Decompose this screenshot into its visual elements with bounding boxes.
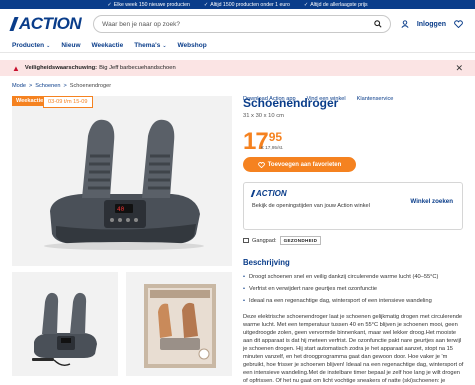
product-title: Schoenendroger (243, 96, 339, 110)
product-info: Schoenendroger 31 x 30 x 10 cm 17 95 € 1… (243, 96, 465, 385)
login-link[interactable]: Inloggen (417, 21, 446, 28)
logo-slash (250, 190, 256, 197)
usp-strip: ✓ Elke week 150 nieuwe producten ✓ Altijd … (0, 0, 475, 9)
aisle-label: Gangpad: (252, 237, 277, 244)
store-logo-text: ACTION (256, 189, 287, 198)
bullet-icon: • (243, 286, 245, 292)
feature-text: Droogt schoenen snel en veilig dankzij c… (249, 274, 439, 280)
user-icon[interactable] (401, 20, 409, 28)
date-badge: 03-09 t/m 15-09 (43, 96, 93, 108)
close-icon[interactable]: ✕ (455, 63, 463, 74)
nav-item-webshop[interactable]: Webshop (178, 42, 207, 49)
find-store-button[interactable]: Winkel zoeken (410, 198, 453, 205)
breadcrumb-schoenen[interactable]: Schoenen (35, 83, 60, 89)
heart-icon[interactable] (454, 20, 463, 28)
shoe-dryer-image: 40 (44, 119, 204, 250)
safety-warning-banner: ▲ Veiligheidswaarschuwing: Big Jeff barb… (0, 60, 475, 76)
nav-label: Producten (12, 42, 45, 49)
nav-label: Thema's (134, 42, 161, 49)
breadcrumb-mode[interactable]: Mode (12, 83, 26, 89)
packaging-thumbnail (144, 284, 216, 368)
feature-text: Ideaal na een regenachtige dag, wintersp… (249, 298, 432, 304)
chevron-down-icon: ⌄ (46, 42, 51, 49)
breadcrumb-current: Schoenendroger (69, 83, 112, 89)
breadcrumb-separator: > (29, 83, 33, 89)
description-body: Deze elektrische schoenendroger laat je … (243, 314, 464, 384)
nav-item-producten[interactable]: Producten ⌄ (12, 42, 50, 49)
thumbnail-row (12, 272, 232, 376)
action-logo[interactable]: ACTION (9, 14, 82, 34)
nav-item-weekactie[interactable]: Weekactie (92, 42, 124, 49)
search-icon[interactable] (374, 20, 382, 28)
usp-item: ✓ Altijd de allerlaagste prijs (304, 2, 368, 8)
main-nav: Producten ⌄ Nieuw Weekactie Thema's ⌄ Webs… (0, 39, 475, 102)
product-dimensions: 31 x 30 x 10 cm (243, 113, 284, 119)
warning-link[interactable]: Big Jeff barbecuehandschoen (99, 65, 176, 71)
aisle-badge: GEZONDHEID (279, 236, 322, 245)
price-cents: 95 (268, 130, 283, 144)
aisle-icon (243, 238, 249, 243)
search-input[interactable]: Waar ben je naar op zoek? (93, 15, 391, 33)
list-item: • Ideaal na een regenachtige dag, winters… (243, 295, 465, 307)
description-heading: Beschrijving (243, 258, 290, 267)
logo-slash (9, 17, 19, 31)
chevron-down-icon: ⌄ (162, 42, 167, 49)
warning-title: Veiligheidswaarschuwing: (24, 65, 98, 71)
main-product-image[interactable]: Weekactie 03-09 t/m 15-09 40 (12, 96, 232, 266)
usp-text: Altijd 1500 producten onder 1 euro (210, 1, 290, 8)
feature-text: Verfrist en verwijdert nare geurtjes met… (249, 286, 378, 292)
check-icon: ✓ (303, 1, 309, 8)
list-item: • Droogt schoenen snel en veilig dankzij … (243, 271, 465, 283)
thumbnail-product[interactable] (12, 272, 118, 376)
check-icon: ✓ (203, 1, 209, 8)
store-logo: ACTION (250, 189, 454, 198)
bullet-icon: • (243, 298, 245, 304)
aisle-info: Gangpad: GEZONDHEID (243, 236, 465, 245)
thumbnail-packaging[interactable] (126, 272, 232, 376)
weekactie-badge: Weekactie (12, 96, 48, 106)
favorites-label: Toevoegen aan favorieten (267, 161, 342, 168)
list-item: • Verfrist en verwijdert nare geurtjes me… (243, 283, 465, 295)
svg-text:40: 40 (117, 206, 125, 213)
bullet-icon: • (243, 274, 245, 280)
price: 17 95 € 17,95/st. (243, 130, 465, 154)
warning-icon: ▲ (12, 63, 20, 73)
nav-item-themas[interactable]: Thema's ⌄ (134, 42, 166, 49)
logo-text: ACTION (19, 14, 82, 33)
feature-list: • Droogt schoenen snel en veilig dankzij … (243, 271, 465, 307)
nav-item-nieuw[interactable]: Nieuw (61, 42, 80, 49)
usp-text: Altijd de allerlaagste prijs (310, 1, 368, 8)
site-header: ACTION Waar ben je naar op zoek? Inlogge… (0, 9, 475, 39)
search-placeholder: Waar ben je naar op zoek? (102, 20, 180, 28)
breadcrumb: Mode > Schoenen > Schoenendroger (0, 83, 475, 89)
usp-item: ✓ Altijd 1500 producten onder 1 euro (204, 2, 290, 8)
heart-icon (257, 161, 265, 168)
usp-text: Elke week 150 nieuwe producten (113, 1, 190, 8)
login-area: Inloggen (401, 20, 463, 28)
add-to-favorites-button[interactable]: Toevoegen aan favorieten (243, 157, 356, 172)
check-icon: ✓ (107, 1, 112, 8)
usp-item: ✓ Elke week 150 nieuwe producten (107, 2, 190, 8)
product-gallery: Weekactie 03-09 t/m 15-09 40 (12, 96, 232, 376)
breadcrumb-separator: > (63, 83, 67, 89)
unit-price: € 17,95/st. (261, 146, 284, 151)
shoe-dryer-thumbnail (32, 292, 97, 367)
store-box: ACTION Bekijk de openingstijden van jouw… (243, 182, 463, 230)
